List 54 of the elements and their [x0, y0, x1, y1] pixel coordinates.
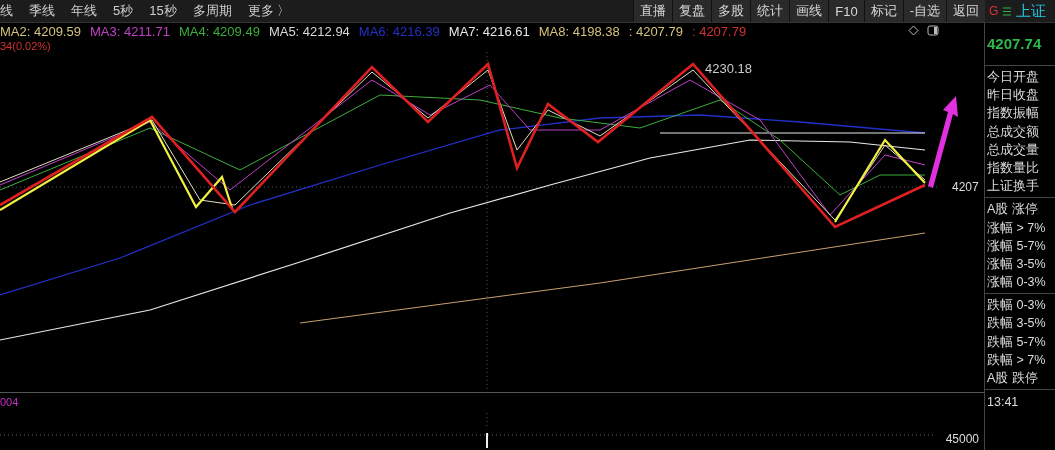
stat-label: 上证换手 [987, 178, 1040, 196]
volume-axis-label: 45000 [945, 432, 979, 446]
price-axis-label: 4207 [952, 180, 979, 194]
toolbar-button[interactable]: F10 [828, 0, 864, 22]
period-tab[interactable]: 线 [0, 2, 21, 20]
period-tab[interactable]: 5秒 [105, 2, 142, 20]
stat-label: 今日开盘 [987, 69, 1040, 86]
stat-label: 涨幅 > 7% [987, 219, 1047, 237]
ma-value: MA4: 4209.49 [178, 24, 260, 39]
toolbar-button[interactable]: 统计 [750, 0, 790, 22]
stat-label: 跌幅 5-7% [987, 333, 1047, 351]
time-label: 13:41 [987, 395, 1019, 410]
panel-toggle-icon[interactable] [927, 25, 939, 36]
stat-label: 指数量比 [987, 159, 1040, 177]
volume-value: 004 [0, 396, 19, 408]
stat-label: 总成交量 [987, 141, 1040, 159]
ma-value: MA5: 4212.94 [268, 24, 350, 39]
stat-label: 总成交额 [987, 123, 1040, 141]
diamond-icon[interactable] [908, 25, 919, 36]
toolbar-button[interactable]: -自选 [902, 0, 946, 22]
index-title: 上证 [1016, 1, 1047, 21]
toolbar-button[interactable]: 标记 [863, 0, 903, 22]
ma-value: : 4207.79 [628, 24, 683, 39]
toolbar-button[interactable]: 画线 [789, 0, 829, 22]
stat-label: 涨幅 3-5% [987, 255, 1047, 273]
stat-label: 涨幅 0-3% [987, 274, 1047, 292]
stat-label: 跌幅 > 7% [987, 351, 1047, 369]
toolbar-button[interactable]: 复盘 [672, 0, 712, 22]
ma-value: : 4207.79 [691, 24, 747, 39]
menu-icon[interactable] [1003, 6, 1012, 16]
ma-value: MA6: 4216.39 [358, 24, 440, 39]
ma-value: MA3: 4211.71 [89, 24, 170, 39]
stat-label: A股 涨停 [987, 201, 1039, 219]
toolbar-button[interactable]: 直播 [633, 0, 673, 22]
peak-price-label: 4230.18 [705, 61, 752, 76]
toolbar-button[interactable]: 多股 [711, 0, 751, 22]
period-tab[interactable]: 季线 [21, 2, 63, 20]
period-tab[interactable]: 年线 [63, 2, 105, 20]
change-value: 34(0.02%) [0, 40, 51, 52]
stat-label: A股 跌停 [987, 370, 1039, 387]
index-price: 4207.74 [987, 35, 1042, 52]
stat-label: 涨幅 5-7% [987, 237, 1047, 255]
period-tab[interactable]: 15秒 [141, 2, 185, 20]
ma-value: MA2: 4209.59 [0, 24, 81, 39]
stat-label: 跌幅 0-3% [987, 297, 1047, 315]
stat-label: 指数振幅 [987, 105, 1040, 123]
market-letter: G [989, 4, 999, 18]
period-tab[interactable]: 多周期 [184, 2, 240, 20]
toolbar-button[interactable]: 返回 [946, 0, 985, 22]
ma-value: MA8: 4198.38 [538, 24, 620, 39]
period-tab[interactable]: 更多 〉 [239, 2, 299, 20]
stat-label: 跌幅 3-5% [987, 315, 1047, 333]
stat-label: 昨日收盘 [987, 87, 1040, 105]
ma-value: MA7: 4216.61 [448, 24, 530, 39]
